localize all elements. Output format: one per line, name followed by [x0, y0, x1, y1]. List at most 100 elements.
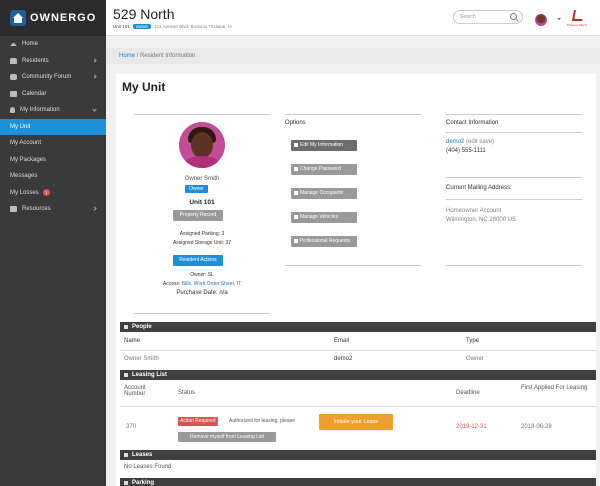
search-input[interactable]: Search — [453, 10, 523, 24]
role-badge: owner — [132, 24, 152, 29]
button-label: Professional Requests — [300, 238, 351, 244]
calendar-icon — [10, 90, 17, 97]
sidebar-item-calendar[interactable]: Calendar — [0, 86, 106, 103]
divider — [446, 199, 582, 200]
sidebar-item-my-unit[interactable]: My Unit — [0, 118, 106, 135]
sidebar-item-resources[interactable]: Resources — [0, 201, 106, 218]
sidebar-item-my-account[interactable]: My Account — [0, 135, 106, 152]
edit-information-button[interactable]: Edit My Information — [291, 140, 357, 151]
sidebar-item-label: Messages — [10, 173, 38, 180]
column-header-deadline: Deadline — [456, 390, 480, 396]
assigned-parking: Assigned Parking: 3 — [179, 231, 225, 237]
search-icon[interactable] — [510, 13, 517, 20]
logo[interactable]: OWNERGO — [0, 0, 106, 36]
sidebar-item-label: Community Forum — [22, 74, 72, 81]
chevron-right-icon — [92, 74, 97, 79]
people-row-name: Owner Smith — [124, 356, 159, 362]
partner-mark-icon — [572, 10, 584, 21]
email-link[interactable]: demo2 — [446, 139, 464, 145]
owner-badge: Owner — [185, 185, 208, 193]
top-bar: OWNERGO 529 North Unit 101 owner 123 Aen… — [0, 0, 600, 36]
sidebar-item-my-packages[interactable]: My Packages — [0, 152, 106, 169]
chevron-down-icon[interactable] — [557, 18, 561, 20]
sidebar-item-label: My Account — [10, 140, 42, 147]
purchase-date: Purchase Date: n/a — [176, 290, 228, 296]
sidebar: Home Residents Community Forum Calendar … — [0, 36, 106, 486]
leasing-deadline: 2019-12-31 — [456, 424, 487, 430]
house-logo-icon — [10, 10, 26, 26]
key-icon — [294, 166, 298, 171]
sidebar-item-home[interactable]: Home — [0, 36, 106, 53]
partner-text: Property Mgmt — [567, 23, 587, 27]
breadcrumb-home[interactable]: Home — [119, 53, 135, 59]
contact-phone[interactable]: (404) 555-1111 — [446, 148, 486, 154]
chevron-down-icon — [92, 107, 97, 112]
column-header-first-applied: First Applied For Leasing — [521, 385, 588, 391]
contact-email: demo2 (edit save) — [446, 139, 494, 145]
home-icon — [294, 238, 298, 243]
change-password-button[interactable]: Change Password — [291, 164, 357, 175]
mailing-line-2: Wilmington, NC 28000 US — [446, 217, 517, 223]
leasing-first-applied: 2018-06-28 — [521, 424, 552, 430]
profile-photo — [179, 122, 225, 168]
sidebar-item-label: Calendar — [22, 90, 47, 97]
divider — [446, 177, 582, 178]
professional-requests-button[interactable]: Professional Requests — [291, 236, 357, 247]
user-avatar[interactable] — [535, 14, 547, 26]
action-required-badge: Action Required — [178, 417, 218, 426]
building-address: 123 Aenean Blvd, Bodonia Tristique, IA — [154, 24, 233, 29]
button-label: Edit My Information — [300, 142, 344, 148]
car-icon — [294, 214, 298, 219]
mailing-line-1: Homeowner Account — [446, 208, 502, 214]
manage-vehicles-button[interactable]: Manage Vehicles — [291, 212, 357, 223]
sidebar-item-my-losses[interactable]: My Losses 1 — [0, 185, 106, 202]
sidebar-item-label: Home — [22, 41, 39, 48]
count-badge: 1 — [42, 189, 50, 197]
column-header-type: Type — [466, 338, 480, 344]
unit-panel: My Unit Owner Smith Owner Unit 101 Prope… — [116, 74, 596, 486]
initiate-lease-button[interactable]: Initiate your Lease — [319, 414, 393, 430]
assigned-storage: Assigned Storage Unit: 37 — [172, 240, 232, 246]
contact-heading: Contact Information — [446, 120, 499, 126]
access-label: Access: — [162, 281, 181, 287]
people-section-header: People — [120, 322, 596, 332]
button-label: Change Password — [300, 166, 341, 172]
sidebar-item-community-forum[interactable]: Community Forum — [0, 69, 106, 86]
access-line: Access: Bills, Work Order Sheet, IT — [134, 281, 270, 287]
column-header-account: Account Number — [124, 385, 146, 397]
resident-actions-button[interactable]: Resident Actions — [173, 255, 223, 266]
people-row-type: Owner — [466, 356, 484, 362]
sidebar-item-label: My Packages — [10, 156, 47, 163]
sidebar-item-label: My Information — [20, 107, 60, 114]
chevron-right-icon — [92, 57, 97, 63]
remove-from-leasing-button[interactable]: Remove myself from Leasing List — [178, 432, 276, 442]
page-title: My Unit — [122, 80, 166, 94]
column-header-status: Status — [178, 390, 196, 396]
sidebar-item-messages[interactable]: Messages — [0, 168, 106, 185]
access-value[interactable]: Bills, Work Order Sheet, IT — [182, 281, 241, 287]
button-label: Manage Occupants — [300, 190, 344, 196]
sidebar-item-label: Residents — [22, 57, 49, 64]
sidebar-item-my-information[interactable]: My Information — [0, 102, 106, 119]
leasing-account-number: 370 — [126, 424, 137, 430]
leases-section-header: Leases — [120, 450, 596, 460]
unit-number: Unit 101 — [189, 199, 215, 206]
sidebar-item-residents[interactable]: Residents — [0, 53, 106, 70]
resident-name: Owner Smith — [184, 176, 220, 182]
manage-occupants-button[interactable]: Manage Occupants — [291, 188, 357, 199]
breadcrumb-separator: / — [136, 53, 139, 59]
leasing-status-text: Authorized for leasing, please — [229, 418, 295, 424]
forum-icon — [10, 74, 17, 81]
leasing-section-header: Leasing List — [120, 370, 596, 380]
building-title: 529 North — [113, 6, 175, 22]
divider — [120, 406, 596, 407]
property-record-button[interactable]: Property Record — [173, 210, 223, 221]
no-leases-text: No Leases Found — [124, 464, 172, 470]
people-icon — [10, 57, 17, 64]
book-icon — [10, 206, 17, 213]
people-row-email[interactable]: demo2 — [334, 356, 352, 362]
profile-photo-face — [191, 132, 213, 158]
profile-photo-body — [183, 156, 221, 168]
sidebar-item-label: Resources — [22, 206, 51, 213]
bed-icon — [294, 190, 298, 195]
